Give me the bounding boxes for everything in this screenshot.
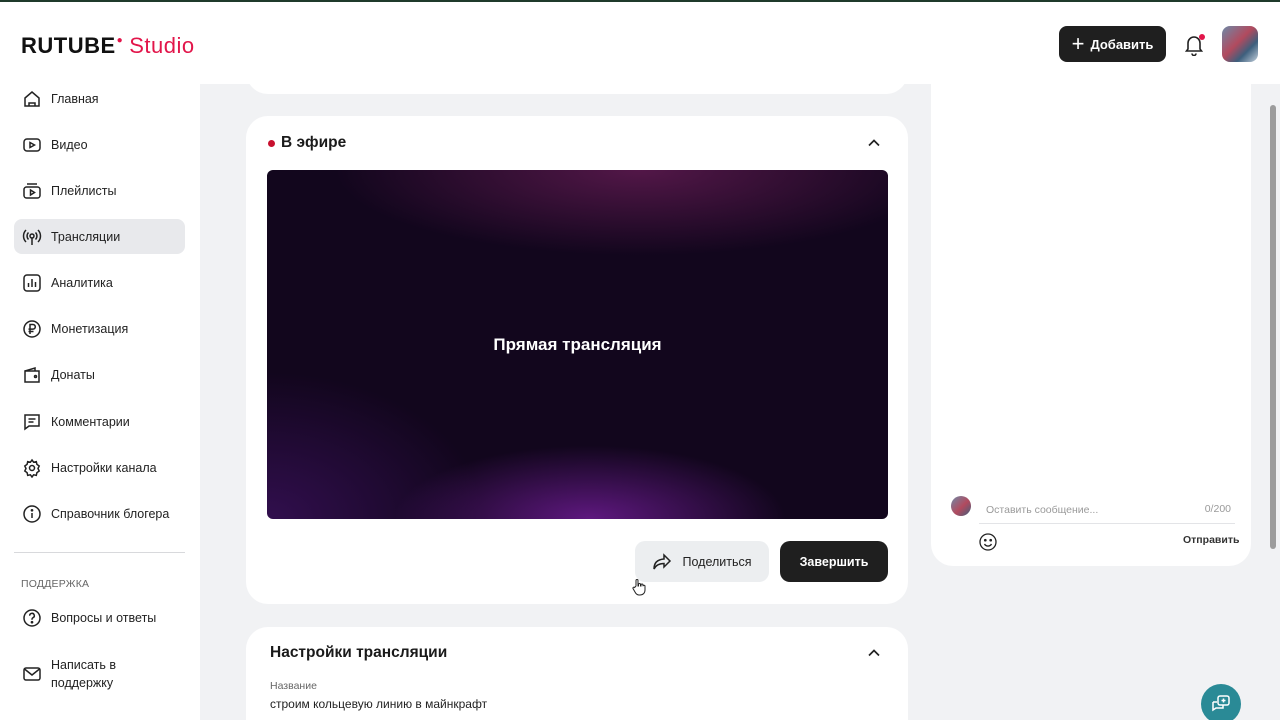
- sidebar-item-broadcasts[interactable]: Трансляции: [14, 219, 185, 254]
- sidebar-item-label: Видео: [51, 137, 88, 152]
- support-chat-icon: [1212, 695, 1230, 712]
- sidebar-item-label: Монетизация: [51, 321, 129, 336]
- rutube-studio-logo[interactable]: RUTUBE ● Studio: [21, 33, 195, 59]
- sidebar-item-label: Донаты: [51, 367, 95, 382]
- broadcast-settings-card: Настройки трансляции Название строим кол…: [246, 627, 908, 720]
- add-button-label: Добавить: [1090, 36, 1154, 52]
- sidebar-item-label: Трансляции: [51, 229, 121, 244]
- chat-send-button[interactable]: Отправить: [1183, 534, 1239, 546]
- gear-icon: [23, 458, 41, 478]
- chat-panel: Оставить сообщение... 0/200 Отправить: [931, 84, 1251, 566]
- sidebar-item-label: Главная: [51, 91, 99, 106]
- sidebar-item-channel-settings[interactable]: Настройки канала: [14, 450, 185, 485]
- share-arrow-icon: [653, 552, 672, 569]
- info-icon: [23, 504, 41, 523]
- finish-button-label: Завершить: [799, 554, 869, 569]
- name-field-label: Название: [270, 680, 317, 692]
- support-section-label: ПОДДЕРЖКА: [21, 578, 90, 590]
- sidebar-item-contact-support[interactable]: Написать в поддержку: [14, 654, 185, 694]
- help-chat-button[interactable]: [1201, 684, 1241, 720]
- sidebar-item-label: Справочник блогера: [51, 506, 170, 521]
- sidebar-item-home[interactable]: Главная: [14, 81, 185, 116]
- name-field-value[interactable]: строим кольцевую линию в майнкрафт: [270, 697, 487, 711]
- sidebar-item-monetization[interactable]: Монетизация: [14, 311, 185, 346]
- sidebar-item-label: Написать в поддержку: [51, 658, 117, 690]
- sidebar-item-label: Аналитика: [51, 275, 113, 290]
- live-indicator-dot: [268, 139, 275, 147]
- sidebar-item-label: Настройки канала: [51, 460, 157, 475]
- sidebar-item-video[interactable]: Видео: [14, 127, 185, 162]
- emoji-icon[interactable]: [978, 532, 998, 552]
- chat-user-avatar: [951, 496, 971, 516]
- question-icon: [23, 608, 41, 627]
- home-icon: [24, 90, 40, 107]
- sidebar: Главная Видео Плейлисты Трансляции Анали…: [0, 84, 200, 720]
- playlist-icon: [23, 182, 41, 199]
- live-title: В эфире: [268, 134, 346, 152]
- live-card: В эфире Прямая трансляция Поделиться Зав…: [246, 116, 908, 604]
- sidebar-item-faq[interactable]: Вопросы и ответы: [14, 600, 185, 635]
- sidebar-item-label: Вопросы и ответы: [51, 610, 157, 625]
- notifications-bell-icon[interactable]: [1184, 34, 1205, 57]
- share-button[interactable]: Поделиться: [635, 541, 769, 582]
- logo-sub: Studio: [129, 33, 195, 58]
- player-placeholder-text: Прямая трансляция: [493, 334, 662, 354]
- page-scrollbar[interactable]: [1270, 105, 1276, 549]
- video-icon: [23, 137, 41, 152]
- plus-icon: +: [1071, 31, 1085, 56]
- analytics-icon: [23, 273, 41, 292]
- settings-title: Настройки трансляции: [270, 644, 448, 661]
- sidebar-item-blogger-guide[interactable]: Справочник блогера: [14, 496, 185, 531]
- sidebar-item-donations[interactable]: Донаты: [14, 357, 185, 392]
- finish-button[interactable]: Завершить: [780, 541, 888, 582]
- live-title-text: В эфире: [281, 134, 347, 151]
- share-button-label: Поделиться: [682, 554, 752, 569]
- chat-message-input[interactable]: Оставить сообщение... 0/200: [979, 494, 1235, 524]
- previous-card: [246, 60, 908, 94]
- sidebar-item-analytics[interactable]: Аналитика: [14, 265, 185, 300]
- sidebar-item-comments[interactable]: Комментарии: [14, 404, 185, 439]
- chevron-up-icon[interactable]: [866, 645, 882, 661]
- comments-icon: [24, 413, 40, 430]
- broadcast-icon: [22, 228, 42, 245]
- logo-main: RUTUBE: [21, 33, 116, 58]
- mail-icon: [23, 667, 41, 681]
- video-player[interactable]: Прямая трансляция: [267, 170, 888, 519]
- chevron-up-icon[interactable]: [866, 135, 882, 151]
- logo-dot: ●: [116, 35, 124, 46]
- ruble-icon: [23, 319, 41, 338]
- chat-input-placeholder: Оставить сообщение...: [986, 504, 1099, 516]
- hand-cursor-icon: [632, 579, 646, 596]
- wallet-icon: [24, 366, 40, 383]
- sidebar-item-label: Комментарии: [51, 414, 130, 429]
- sidebar-item-label: Плейлисты: [51, 183, 117, 198]
- notification-badge: [1199, 34, 1205, 40]
- sidebar-divider: [14, 552, 185, 553]
- user-avatar[interactable]: [1222, 26, 1258, 62]
- add-button[interactable]: + Добавить: [1059, 26, 1166, 62]
- sidebar-item-playlists[interactable]: Плейлисты: [14, 173, 185, 208]
- chat-char-counter: 0/200: [1204, 503, 1231, 515]
